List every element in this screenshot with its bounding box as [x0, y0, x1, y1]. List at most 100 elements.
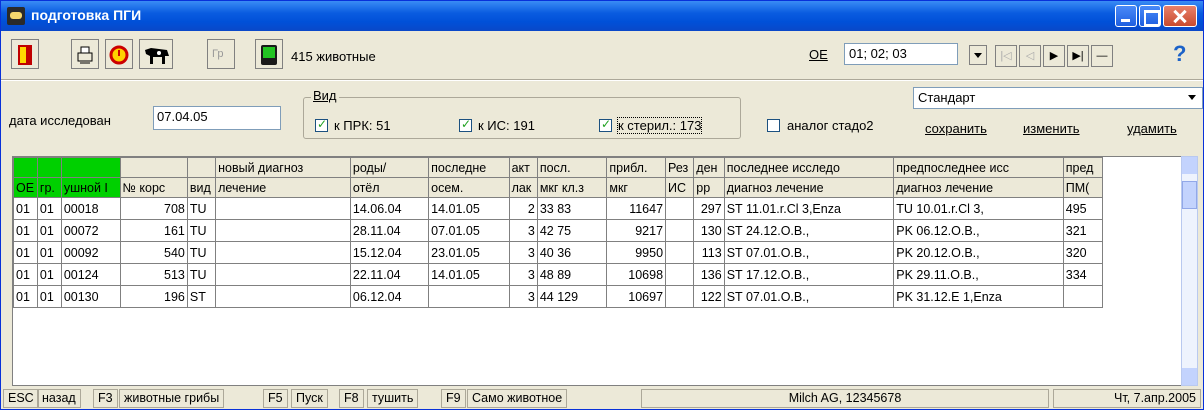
table-cell[interactable]: 9950	[606, 241, 667, 264]
scroll-up-icon[interactable]	[1182, 157, 1197, 174]
col-head-approx-mkg[interactable]: мкг	[606, 177, 667, 198]
table-cell[interactable]: 9217	[606, 219, 667, 242]
save-button[interactable]: сохранить	[925, 121, 987, 136]
table-cell[interactable]: PK 06.12.O.B.,	[893, 219, 1064, 242]
table-cell[interactable]: TU	[186, 241, 217, 264]
table-cell[interactable]: 33 83	[536, 197, 608, 220]
first-record-button[interactable]: |◁	[995, 45, 1017, 67]
table-cell[interactable]: 01	[13, 285, 38, 308]
col-head-days[interactable]: рр	[693, 177, 725, 198]
table-cell[interactable]: TU	[186, 263, 217, 286]
table-cell[interactable]: 130	[693, 219, 725, 242]
table-cell[interactable]: ST 07.01.O.B.,	[723, 285, 895, 308]
standard-select[interactable]: Стандарт	[913, 87, 1203, 109]
table-cell[interactable]: 3	[508, 241, 538, 264]
steril-checkbox[interactable]	[599, 117, 612, 132]
table-cell[interactable]: PK 20.12.O.B.,	[893, 241, 1064, 264]
col-head-treatment[interactable]: лечение	[215, 177, 351, 198]
table-cell[interactable]: 161	[119, 219, 188, 242]
table-cell[interactable]: 00124	[60, 263, 121, 286]
f5-button[interactable]: Пуск	[291, 389, 328, 408]
table-cell[interactable]: ST 07.01.O.B.,	[723, 241, 895, 264]
vertical-scrollbar[interactable]	[1181, 156, 1198, 386]
table-row[interactable]: 01 01 00130 196 ST 06.12.04 3 44 129 10697 122 ST …	[13, 285, 1104, 308]
table-cell[interactable]: 708	[119, 197, 188, 220]
table-cell[interactable]: 10698	[606, 263, 667, 286]
last-record-button[interactable]: ▶|	[1067, 45, 1089, 67]
table-cell[interactable]: 136	[693, 263, 725, 286]
table-cell[interactable]: 01	[13, 197, 38, 220]
table-cell[interactable]: 48 89	[536, 263, 608, 286]
table-cell[interactable]	[215, 241, 351, 264]
table-cell[interactable]: 07.01.05	[428, 219, 510, 242]
table-cell[interactable]: 01	[13, 263, 38, 286]
animal-button[interactable]	[139, 39, 173, 69]
table-cell[interactable]: TU	[186, 219, 217, 242]
table-cell[interactable]: 44 129	[536, 285, 608, 308]
prk-checkbox[interactable]	[315, 117, 328, 132]
table-cell[interactable]: 3	[508, 219, 538, 242]
table-cell[interactable]: TU 10.01.r.Cl 3,	[893, 197, 1064, 220]
table-cell[interactable]	[665, 285, 695, 308]
col-head-last-exam[interactable]: диагноз лечение	[723, 177, 895, 198]
table-cell[interactable]: 11647	[606, 197, 667, 220]
print-button[interactable]	[71, 39, 99, 69]
table-cell[interactable]: PK 31.12.E 1,Enza	[893, 285, 1064, 308]
table-cell[interactable]	[665, 263, 695, 286]
table-cell[interactable]	[1062, 285, 1104, 308]
table-cell[interactable]: 113	[693, 241, 725, 264]
table-cell[interactable]	[215, 219, 351, 242]
col-head-type[interactable]: вид	[186, 177, 217, 198]
table-cell[interactable]	[665, 197, 695, 220]
col-head-prev-exam[interactable]: диагноз лечение	[893, 177, 1064, 198]
edit-button[interactable]: изменить	[1023, 121, 1080, 136]
table-cell[interactable]: ST 11.01.r.Cl 3,Enza	[723, 197, 895, 220]
table-cell[interactable]: 14.01.05	[428, 197, 510, 220]
table-cell[interactable]: ST 24.12.O.B.,	[723, 219, 895, 242]
table-cell[interactable]: 00018	[60, 197, 121, 220]
table-cell[interactable]: 01	[36, 263, 62, 286]
table-cell[interactable]	[215, 197, 351, 220]
col-head-ear-tag[interactable]: ушной I	[60, 177, 121, 198]
table-cell[interactable]: PK 29.11.O.B.,	[893, 263, 1064, 286]
col-head-group[interactable]: гр.	[36, 177, 62, 198]
table-cell[interactable]: 14.01.05	[428, 263, 510, 286]
col-head-result[interactable]: ИС	[665, 177, 695, 198]
col-head-lactation[interactable]: лак	[508, 177, 538, 198]
oe-input[interactable]: 01; 02; 03	[844, 43, 958, 65]
table-cell[interactable]: 495	[1062, 197, 1104, 220]
device-button[interactable]	[255, 39, 283, 69]
table-cell[interactable]: 196	[119, 285, 188, 308]
table-cell[interactable]	[665, 219, 695, 242]
table-cell[interactable]: 3	[508, 285, 538, 308]
col-head-insemination[interactable]: осем.	[428, 177, 510, 198]
f3-button[interactable]: животные грибы	[119, 389, 225, 408]
table-cell[interactable]: ST	[186, 285, 217, 308]
table-cell[interactable]: 00130	[60, 285, 121, 308]
help-icon[interactable]: ?	[1173, 41, 1186, 67]
table-cell[interactable]: 28.11.04	[349, 219, 430, 242]
table-cell[interactable]: 23.01.05	[428, 241, 510, 264]
table-cell[interactable]: 540	[119, 241, 188, 264]
table-cell[interactable]: 334	[1062, 263, 1104, 286]
table-cell[interactable]: 00072	[60, 219, 121, 242]
minimize-button[interactable]	[1115, 5, 1137, 27]
remove-record-button[interactable]: —	[1091, 45, 1113, 67]
table-cell[interactable]: 00092	[60, 241, 121, 264]
col-head-cow-number[interactable]: № корс	[119, 177, 188, 198]
next-record-button[interactable]: ▶	[1043, 45, 1065, 67]
table-cell[interactable]: 01	[13, 219, 38, 242]
close-button[interactable]	[1163, 5, 1197, 27]
exit-door-button[interactable]	[11, 39, 39, 69]
table-cell[interactable]: 01	[36, 241, 62, 264]
table-cell[interactable]: 01	[36, 285, 62, 308]
scroll-thumb[interactable]	[1182, 181, 1197, 209]
table-cell[interactable]: 40 36	[536, 241, 608, 264]
table-cell[interactable]: 22.11.04	[349, 263, 430, 286]
table-cell[interactable]: TU	[186, 197, 217, 220]
oe-dropdown-button[interactable]	[969, 45, 987, 65]
table-cell[interactable]: 2	[508, 197, 538, 220]
col-head-calving[interactable]: отёл	[349, 177, 430, 198]
back-button[interactable]: назад	[37, 389, 81, 408]
table-cell[interactable]: 01	[36, 197, 62, 220]
